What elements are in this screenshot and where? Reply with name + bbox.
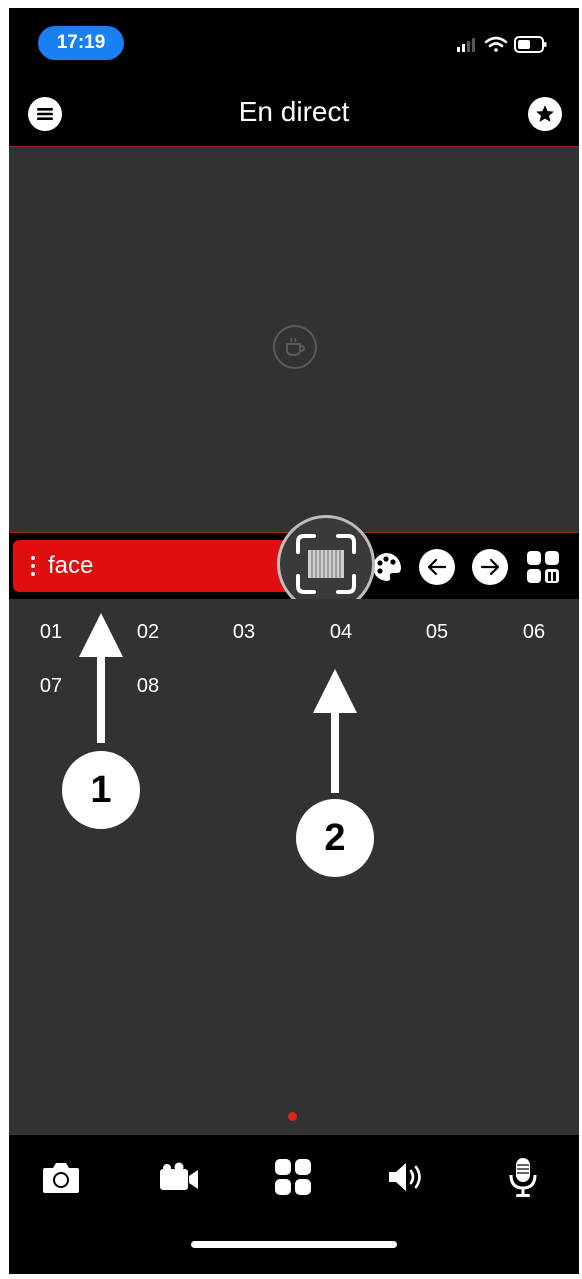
page-title: En direct bbox=[238, 96, 350, 127]
coffee-cup-icon bbox=[273, 325, 317, 369]
next-button[interactable] bbox=[472, 549, 508, 585]
group-selector-button[interactable]: face bbox=[13, 540, 303, 592]
fullscreen-icon bbox=[296, 534, 356, 594]
annotation-badge-1: 1 bbox=[62, 751, 140, 829]
talk-button[interactable] bbox=[501, 1155, 545, 1199]
channel-08[interactable]: 08 bbox=[118, 675, 178, 698]
channel-04[interactable]: 04 bbox=[311, 621, 371, 644]
layout-grid-icon bbox=[527, 551, 559, 583]
arrow-left-icon bbox=[427, 558, 447, 576]
video-camera-icon bbox=[160, 1162, 198, 1190]
more-vertical-icon bbox=[28, 556, 38, 576]
page-indicator-dot bbox=[288, 1112, 297, 1121]
live-video-panel[interactable] bbox=[9, 146, 579, 534]
microphone-icon bbox=[509, 1158, 537, 1197]
group-label: face bbox=[48, 552, 94, 579]
snapshot-button[interactable] bbox=[39, 1155, 83, 1199]
arrow-right-icon bbox=[480, 558, 500, 576]
camera-icon bbox=[43, 1163, 79, 1193]
battery-icon bbox=[514, 36, 547, 53]
status-time: 17:19 bbox=[38, 26, 124, 60]
home-indicator[interactable] bbox=[191, 1241, 397, 1248]
channel-07[interactable]: 07 bbox=[21, 675, 81, 698]
previous-button[interactable] bbox=[419, 549, 455, 585]
channel-05[interactable]: 05 bbox=[407, 621, 467, 644]
channel-toolbar: face bbox=[9, 515, 579, 613]
favorites-button[interactable] bbox=[528, 97, 562, 131]
layout-button[interactable] bbox=[525, 549, 561, 585]
status-icons bbox=[457, 36, 547, 53]
channel-06[interactable]: 06 bbox=[504, 621, 564, 644]
star-icon bbox=[536, 105, 554, 122]
wifi-icon bbox=[484, 36, 508, 52]
grid-view-icon bbox=[275, 1159, 311, 1195]
phone-screen: 17:19 En direct face 01 02 03 04 05 06 0… bbox=[9, 8, 579, 1274]
palette-icon bbox=[373, 553, 402, 581]
audio-button[interactable] bbox=[385, 1155, 429, 1199]
record-button[interactable] bbox=[157, 1155, 201, 1199]
annotation-arrow-2 bbox=[313, 669, 357, 793]
signal-icon bbox=[457, 38, 475, 52]
channel-grid: 01 02 03 04 05 06 07 08 1 2 bbox=[9, 599, 579, 1139]
multi-view-button[interactable] bbox=[271, 1155, 315, 1199]
channel-01[interactable]: 01 bbox=[21, 621, 81, 644]
annotation-arrow-1 bbox=[79, 613, 123, 743]
annotation-badge-2: 2 bbox=[296, 799, 374, 877]
channel-02[interactable]: 02 bbox=[118, 621, 178, 644]
channel-03[interactable]: 03 bbox=[214, 621, 274, 644]
speaker-icon bbox=[389, 1163, 421, 1191]
bottom-action-bar bbox=[9, 1134, 579, 1274]
